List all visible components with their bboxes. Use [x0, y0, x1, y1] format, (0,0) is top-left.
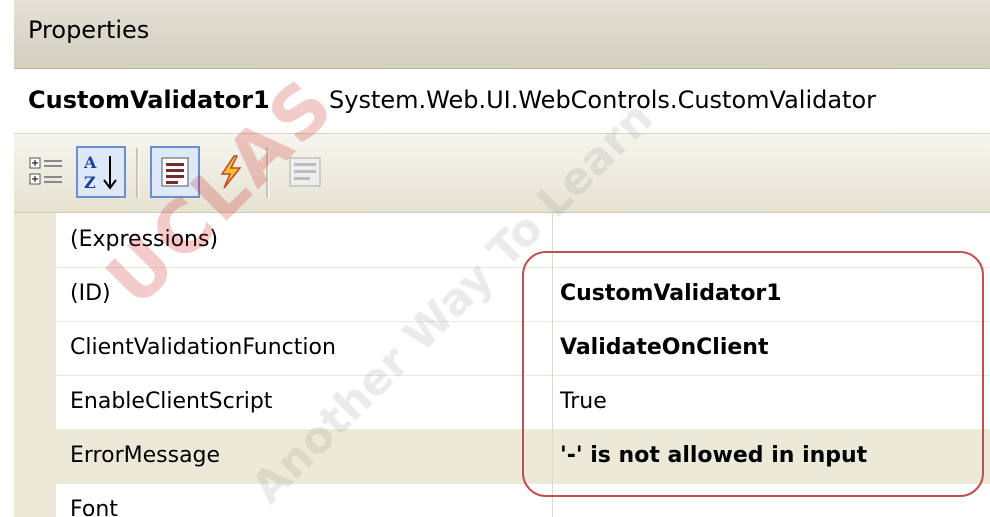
property-value[interactable]: CustomValidator1: [560, 281, 782, 306]
categorized-icon: [29, 157, 62, 185]
property-value[interactable]: ValidateOnClient: [560, 335, 768, 360]
property-row-id[interactable]: (ID) CustomValidator1: [56, 267, 990, 322]
property-name: Font: [70, 497, 118, 517]
property-name: ErrorMessage: [70, 443, 221, 468]
property-row-expressions[interactable]: (Expressions): [56, 213, 990, 268]
property-value[interactable]: True: [560, 389, 607, 414]
alphabetical-button[interactable]: A Z: [76, 146, 126, 198]
property-grid: (Expressions) (ID) CustomValidator1 Clie…: [14, 213, 990, 517]
property-name: (ID): [70, 281, 111, 306]
property-row-enableclientscript[interactable]: EnableClientScript True: [56, 375, 990, 430]
object-type: System.Web.UI.WebControls.CustomValidato…: [329, 86, 877, 114]
svg-text:Z: Z: [84, 173, 96, 192]
categorized-button[interactable]: [22, 146, 72, 198]
properties-button[interactable]: [150, 146, 200, 198]
properties-window: Properties CustomValidator1 System.Web.U…: [14, 0, 990, 517]
column-divider: [552, 213, 553, 517]
window-title: Properties: [28, 16, 150, 44]
property-name: (Expressions): [70, 227, 219, 252]
toolbar: A Z: [14, 134, 990, 213]
property-pages-button[interactable]: [280, 146, 330, 198]
svg-text:A: A: [83, 153, 97, 172]
property-row-clientvalidationfunction[interactable]: ClientValidationFunction ValidateOnClien…: [56, 321, 990, 376]
property-pages-icon: [289, 157, 321, 187]
property-value[interactable]: '-' is not allowed in input: [560, 443, 867, 468]
properties-icon: [161, 157, 189, 187]
property-name: EnableClientScript: [70, 389, 273, 414]
property-row-font[interactable]: Font: [56, 483, 990, 517]
object-selector[interactable]: CustomValidator1 System.Web.UI.WebContro…: [14, 69, 990, 134]
grid-gutter: [14, 213, 56, 517]
events-button[interactable]: [206, 146, 256, 198]
property-row-errormessage[interactable]: ErrorMessage '-' is not allowed in input: [56, 429, 990, 484]
property-name: ClientValidationFunction: [70, 335, 336, 360]
events-lightning-icon: [220, 155, 242, 189]
alphabetical-sort-icon: A Z: [83, 153, 117, 192]
title-bar: Properties: [14, 0, 990, 69]
object-name: CustomValidator1: [28, 86, 270, 114]
